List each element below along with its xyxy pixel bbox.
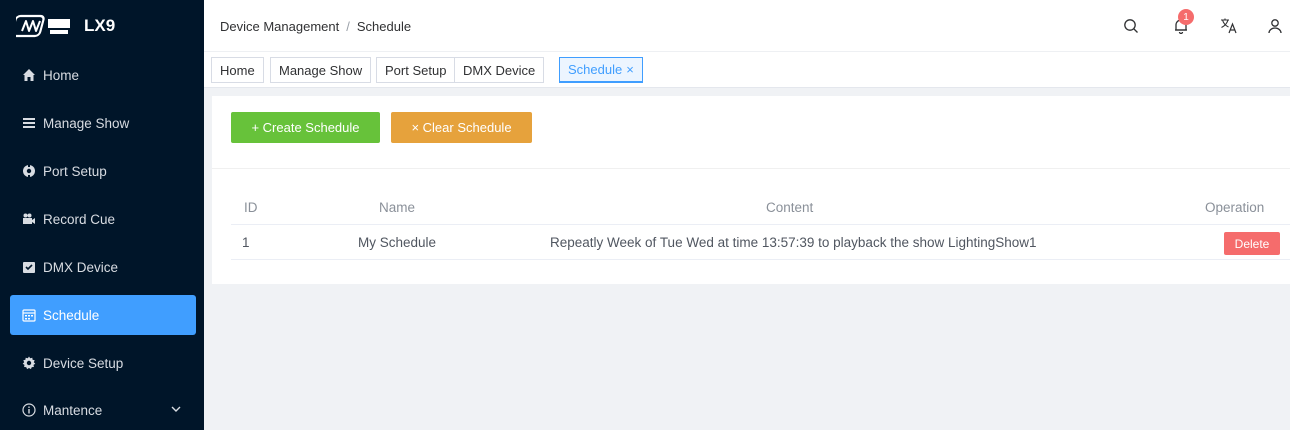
sidebar-item-mantence[interactable]: Mantence [10,390,196,430]
record-icon [22,212,36,226]
tab-port-setup[interactable]: Port Setup [376,57,456,83]
device-icon [22,260,36,274]
clear-schedule-button[interactable]: × Clear Schedule [391,112,532,143]
tab-label: Port Setup [385,62,447,78]
sidebar-item-label: Mantence [43,402,103,418]
tab-label: Home [220,62,255,78]
cell-id: 1 [242,234,250,250]
sidebar-item-device-setup[interactable]: Device Setup [10,343,196,383]
sidebar-item-home[interactable]: Home [10,55,196,95]
brand-logo-icon [16,14,74,38]
sidebar-item-port-setup[interactable]: Port Setup [10,151,196,191]
sidebar-item-manage-show[interactable]: Manage Show [10,103,196,143]
sidebar-item-schedule[interactable]: Schedule [10,295,196,335]
column-header-content: Content [766,199,814,215]
delete-button[interactable]: Delete [1224,232,1280,255]
sidebar-item-label: Home [43,67,80,83]
tags-bar: Home Manage Show Port Setup DMX Device S… [204,52,1290,88]
tab-label: DMX Device [463,62,536,78]
sidebar-item-label: Port Setup [43,163,107,179]
sidebar-item-label: Schedule [43,307,100,323]
notification-badge: 1 [1178,9,1194,25]
column-header-operation: Operation [1205,199,1265,215]
schedule-card: + Create Schedule × Clear Schedule ID Na… [212,96,1290,284]
sidebar-item-label: DMX Device [43,259,119,275]
column-header-id: ID [244,199,258,215]
user-icon[interactable] [1266,17,1284,35]
column-header-name: Name [379,199,416,215]
app-title: LX9 [84,16,116,35]
home-icon [22,68,36,82]
cell-name: My Schedule [358,234,437,250]
chevron-down-icon [170,403,182,418]
sidebar: LX9 Home Manage Show Port Setup Record C [0,0,204,430]
tab-home[interactable]: Home [211,57,264,83]
tab-dmx-device[interactable]: DMX Device [454,57,545,83]
divider [212,168,1290,169]
create-schedule-button[interactable]: + Create Schedule [231,112,380,143]
sidebar-item-label: Manage Show [43,115,130,131]
port-icon [22,164,36,178]
logo: LX9 [0,0,204,52]
breadcrumb-item-device-management[interactable]: Device Management [220,19,339,34]
cell-content: Repeatly Week of Tue Wed at time 13:57:3… [550,234,1037,250]
tab-manage-show[interactable]: Manage Show [270,57,372,83]
info-icon [22,403,36,417]
sidebar-item-label: Device Setup [43,355,124,371]
close-icon[interactable]: × [626,62,634,77]
tab-label: Schedule [568,62,623,77]
search-icon[interactable] [1122,17,1140,35]
list-icon [22,116,36,130]
bell-icon[interactable]: 1 [1172,9,1194,35]
tab-label: Manage Show [279,62,363,78]
sidebar-item-dmx-device[interactable]: DMX Device [10,247,196,287]
gear-icon [22,356,36,370]
translate-icon[interactable] [1220,17,1238,35]
top-header: Device Management / Schedule 1 [204,0,1290,52]
sidebar-item-record-cue[interactable]: Record Cue [10,199,196,239]
app-root: LX9 Home Manage Show Port Setup Record C [0,0,1290,430]
calendar-icon [22,308,36,322]
breadcrumb: Device Management / Schedule [220,19,411,34]
tab-schedule[interactable]: Schedule × [559,57,643,83]
sidebar-item-label: Record Cue [43,211,116,227]
table-row: 1 My Schedule Repeatly Week of Tue Wed a… [231,224,1290,260]
breadcrumb-item-schedule: Schedule [356,19,412,34]
breadcrumb-separator: / [346,19,350,34]
